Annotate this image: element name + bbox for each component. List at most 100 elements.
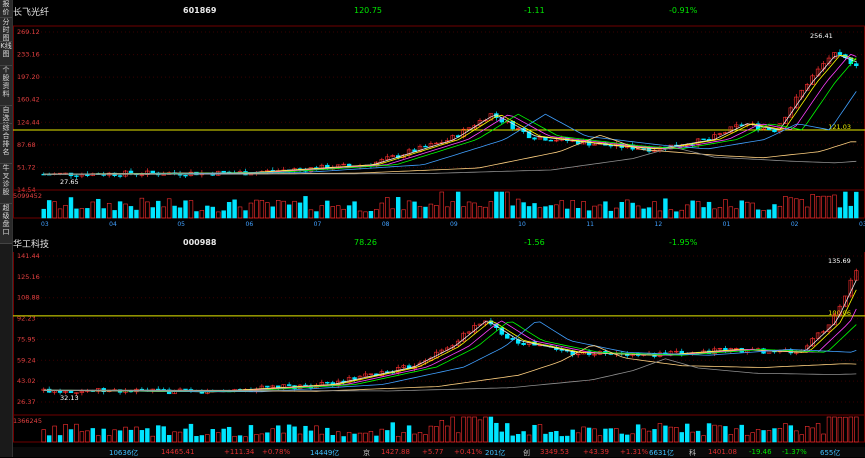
volume-bar bbox=[423, 206, 428, 219]
status-item-2: +111.34 bbox=[224, 448, 255, 456]
low-price-label: 32.13 bbox=[60, 394, 79, 402]
volume-bar bbox=[216, 432, 221, 443]
price-tick-label: 124.44 bbox=[17, 118, 40, 126]
volume-bar bbox=[445, 425, 450, 443]
stock-name-1[interactable]: 长飞光纤 bbox=[13, 5, 49, 18]
price-tick-label: 233.16 bbox=[17, 51, 40, 59]
volume-bar bbox=[755, 209, 761, 219]
volume-bar bbox=[128, 206, 134, 219]
volume-bar bbox=[554, 431, 559, 443]
volume-bar bbox=[106, 203, 112, 219]
volume-bar bbox=[832, 194, 837, 219]
volume-bar bbox=[205, 205, 210, 219]
volume-bar bbox=[510, 435, 515, 443]
volume-bar bbox=[783, 196, 788, 219]
date-tick-label: 01 bbox=[723, 221, 731, 228]
volume-bar bbox=[761, 210, 766, 219]
sidebar-item-5[interactable]: 综合排名 bbox=[0, 124, 12, 164]
volume-bar bbox=[292, 200, 297, 219]
volume-bar bbox=[156, 425, 161, 443]
candle-body bbox=[74, 175, 79, 177]
volume-bar bbox=[314, 211, 319, 219]
volume-bar bbox=[226, 202, 232, 219]
sidebar-item-1[interactable]: 分时图 bbox=[0, 18, 12, 42]
volume-bar bbox=[101, 208, 106, 219]
volume-bar bbox=[695, 201, 701, 219]
volume-bar bbox=[325, 200, 330, 219]
kline-chart-2[interactable]: 141.44125.16108.8892.2375.9559.2443.0226… bbox=[13, 252, 865, 447]
volume-bar bbox=[739, 200, 744, 219]
sidebar-item-2[interactable]: K线图 bbox=[0, 42, 12, 66]
volume-scale-label: 5099452 bbox=[13, 192, 42, 200]
volume-bar bbox=[494, 422, 499, 443]
candle-body bbox=[68, 391, 74, 393]
volume-bar bbox=[608, 210, 614, 219]
date-tick-label: 03 bbox=[859, 221, 865, 228]
volume-bar bbox=[166, 198, 172, 219]
volume-bar bbox=[259, 433, 265, 443]
volume-bar bbox=[510, 205, 515, 219]
volume-bar bbox=[363, 432, 368, 443]
volume-scale-label: 1366245 bbox=[13, 417, 42, 425]
volume-bar bbox=[543, 433, 548, 443]
status-item-18: -1.37% bbox=[782, 448, 807, 456]
volume-bar bbox=[335, 431, 341, 443]
volume-bar bbox=[652, 429, 657, 443]
volume-bar bbox=[265, 202, 270, 219]
date-tick-label: 09 bbox=[450, 221, 458, 228]
volume-bar bbox=[379, 428, 385, 443]
volume-bar bbox=[286, 204, 292, 219]
volume-bar bbox=[619, 433, 624, 443]
volume-bar bbox=[390, 422, 395, 443]
sidebar-item-0[interactable]: 报价 bbox=[0, 0, 12, 18]
price-tick-label: 43.02 bbox=[17, 377, 36, 385]
price-tick-label: 51.72 bbox=[17, 163, 36, 171]
candle-body bbox=[837, 52, 843, 55]
volume-bar bbox=[303, 196, 308, 219]
kline-chart-1[interactable]: 269.12 233.16 197.20 160.42 124.44 87.68 51.72… bbox=[13, 20, 865, 230]
volume-bar bbox=[210, 429, 215, 443]
ma-line-20 bbox=[43, 308, 857, 393]
volume-bar bbox=[401, 209, 406, 219]
sidebar-item-4[interactable]: 自选股 bbox=[0, 106, 12, 124]
volume-bar bbox=[68, 197, 74, 219]
volume-bar bbox=[74, 423, 79, 443]
candle-body bbox=[505, 334, 510, 339]
stock-name-2[interactable]: 华工科技 bbox=[13, 237, 49, 250]
volume-bar bbox=[728, 434, 734, 443]
volume-bar bbox=[199, 435, 205, 443]
price-tick-label: 141.44 bbox=[17, 252, 40, 260]
candle-body bbox=[854, 63, 859, 67]
sidebar-item-7[interactable]: 超级盘口 bbox=[0, 204, 12, 244]
date-tick-label: 07 bbox=[314, 221, 322, 228]
date-tick-label: 04 bbox=[109, 221, 117, 228]
volume-bar bbox=[832, 416, 837, 443]
volume-bar bbox=[532, 424, 537, 443]
low-price-label: 27.65 bbox=[60, 178, 79, 186]
candle-body bbox=[346, 163, 352, 167]
volume-bar bbox=[85, 430, 90, 443]
volume-bar bbox=[717, 425, 723, 443]
volume-bar bbox=[706, 201, 712, 219]
volume-bar bbox=[374, 208, 379, 219]
volume-bar bbox=[646, 207, 652, 219]
volume-bar bbox=[139, 430, 145, 443]
volume-bar bbox=[532, 203, 537, 219]
volume-bar bbox=[652, 201, 657, 219]
volume-bar bbox=[308, 430, 314, 443]
volume-bar bbox=[417, 206, 423, 219]
volume-bar bbox=[385, 197, 390, 219]
volume-bar bbox=[243, 210, 248, 219]
status-item-12: +43.39 bbox=[583, 448, 609, 456]
status-item-16: 1401.08 bbox=[708, 448, 737, 456]
sidebar-item-6[interactable]: 牛叉诊股 bbox=[0, 164, 12, 204]
volume-bar bbox=[614, 428, 619, 443]
volume-bar bbox=[434, 205, 439, 219]
candle-body bbox=[139, 388, 145, 391]
volume-bar bbox=[575, 208, 581, 219]
sidebar-item-3[interactable]: 个股资料 bbox=[0, 66, 12, 106]
volume-bar bbox=[314, 425, 319, 443]
volume-bar bbox=[281, 432, 286, 443]
volume-bar bbox=[363, 211, 368, 219]
volume-bar bbox=[559, 200, 565, 219]
